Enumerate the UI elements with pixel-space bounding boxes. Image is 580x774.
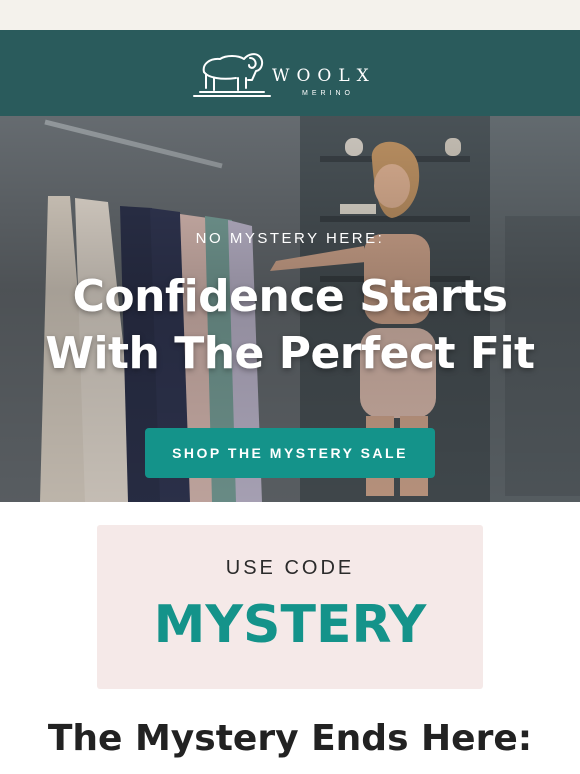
promo-code-card: USE CODE MYSTERY [97,525,483,689]
promo-label: USE CODE [225,557,355,579]
promo-code: MYSTERY [153,595,427,655]
ram-icon [193,53,271,97]
brand-logo[interactable]: WOOLX MERINO [192,38,392,106]
shop-mystery-sale-button[interactable]: SHOP THE MYSTERY SALE [145,428,435,478]
hero-headline-line-1: Confidence Starts [72,271,508,322]
hero-eyebrow: NO MYSTERY HERE: [195,230,385,247]
hero-banner[interactable]: NO MYSTERY HERE: Confidence Starts With … [0,116,580,502]
email-header: WOOLX MERINO [0,30,580,116]
brand-name: WOOLX [272,66,376,86]
hero-headline-line-2: With The Perfect Fit [45,328,535,379]
brand-subtitle: MERINO [302,90,354,97]
hero-headline: Confidence Starts With The Perfect Fit [0,268,580,382]
section-heading: The Mystery Ends Here: [47,718,533,759]
top-strip [0,0,580,30]
